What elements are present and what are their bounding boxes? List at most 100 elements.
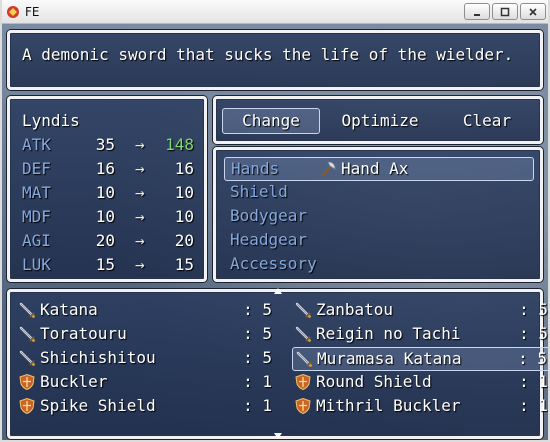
item-count: : 1 <box>519 372 548 391</box>
stat-row-atk: ATK 35 → 148 <box>22 135 194 159</box>
window-title: FE <box>25 4 40 19</box>
shield-icon <box>18 373 36 391</box>
close-button[interactable] <box>520 3 546 20</box>
status-window: Lyndis ATK 35 → 148 DEF 16 → 16 MAT 10 → 10 MDF 10 → 10… <box>7 96 207 282</box>
item-name: Mithril Buckler <box>316 396 461 415</box>
maximize-button[interactable] <box>492 3 518 20</box>
app-icon <box>5 4 21 20</box>
sword-icon <box>18 349 36 367</box>
stat-current-value: 10 <box>95 183 115 202</box>
stat-current-value: 10 <box>95 207 115 226</box>
stat-row-mat: MAT 10 → 10 <box>22 183 194 207</box>
game-screen: A demonic sword that sucks the life of t… <box>2 24 548 440</box>
shield-icon <box>18 397 36 415</box>
slot-label: Hands <box>231 159 280 178</box>
stat-new-value: 16 <box>174 159 194 178</box>
item-row[interactable]: Reigin no Tachi : 5 <box>292 323 548 347</box>
slot-label: Headgear <box>230 230 308 249</box>
item-name: Reigin no Tachi <box>316 324 461 343</box>
equip-slot-accessory[interactable]: Accessory <box>224 253 534 277</box>
sword-icon <box>294 301 312 319</box>
command-change[interactable]: Change <box>222 108 320 134</box>
equip-slot-bodygear[interactable]: Bodygear <box>224 205 534 229</box>
stat-current-value: 35 <box>95 135 115 154</box>
item-count: : 5 <box>243 348 272 367</box>
scroll-up-icon[interactable] <box>274 288 282 294</box>
item-name: Zanbatou <box>316 300 394 319</box>
arrow-right-icon: → <box>135 207 145 226</box>
stat-label: MAT <box>22 183 51 202</box>
stat-new-value: 20 <box>174 231 194 250</box>
item-count: : 1 <box>243 372 272 391</box>
command-window: Change Optimize Clear <box>213 96 543 144</box>
minimize-button[interactable] <box>464 3 490 20</box>
item-name: Shichishitou <box>40 348 156 367</box>
stat-row-luk: LUK 15 → 15 <box>22 255 194 279</box>
stat-new-value: 10 <box>174 207 194 226</box>
item-name: Round Shield <box>316 372 432 391</box>
axe-icon <box>319 160 337 178</box>
command-optimize[interactable]: Optimize <box>328 108 432 134</box>
minimize-icon <box>474 13 480 16</box>
item-count: : 5 <box>519 324 548 343</box>
item-count: : 5 <box>243 324 272 343</box>
stat-label: LUK <box>22 255 51 274</box>
equip-slot-headgear[interactable]: Headgear <box>224 229 534 253</box>
sword-icon <box>294 325 312 343</box>
item-count: : 5 <box>243 300 272 319</box>
shield-icon <box>294 373 312 391</box>
window-titlebar[interactable]: FE <box>0 0 550 24</box>
stat-new-value: 15 <box>174 255 194 274</box>
sword-icon <box>18 301 36 319</box>
stat-current-value: 15 <box>95 255 115 274</box>
item-window: Katana: 5 Zanbatou: 5 Toratouru: 5 Reigin n… <box>7 288 548 439</box>
item-row[interactable]: Mithril Buckler : 1 <box>292 395 548 419</box>
slot-label: Accessory <box>230 254 317 273</box>
sword-icon <box>18 325 36 343</box>
equip-slot-hands[interactable]: Hands Hand Ax <box>224 157 534 181</box>
item-count: : 5 <box>518 349 547 368</box>
slot-item-name: Hand Ax <box>341 159 409 178</box>
item-count: : 5 <box>519 300 548 319</box>
item-name: Toratouru <box>40 324 127 343</box>
slot-window: Hands Hand Ax Shield Bodygear Headgear Access… <box>213 147 543 282</box>
stat-label: AGI <box>22 231 51 250</box>
item-row[interactable]: Buckler: 1 <box>16 371 276 395</box>
stat-row-agi: AGI 20 → 20 <box>22 231 194 255</box>
item-row[interactable]: Zanbatou : 5 <box>292 299 548 323</box>
slot-label: Bodygear <box>230 206 308 225</box>
slot-label: Shield <box>230 182 288 201</box>
stat-row-mdf: MDF 10 → 10 <box>22 207 194 231</box>
item-row[interactable]: Katana : 5 <box>16 299 276 323</box>
stat-label: DEF <box>22 159 51 178</box>
stat-new-value: 10 <box>174 183 194 202</box>
item-name: Katana <box>40 300 98 319</box>
arrow-right-icon: → <box>135 159 145 178</box>
item-row[interactable]: Shichishitou : 5 <box>16 347 276 371</box>
item-row[interactable]: Round Shield : 1 <box>292 371 548 395</box>
arrow-right-icon: → <box>135 135 145 154</box>
scroll-down-icon[interactable] <box>274 433 282 439</box>
stat-label: MDF <box>22 207 51 226</box>
arrow-right-icon: → <box>135 255 145 274</box>
equip-slot-shield[interactable]: Shield <box>224 181 534 205</box>
actor-name: Lyndis <box>22 111 80 130</box>
stat-new-value: 148 <box>165 135 194 154</box>
item-count: : 1 <box>519 396 548 415</box>
item-name: Spike Shield <box>40 396 156 415</box>
arrow-right-icon: → <box>135 231 145 250</box>
sword-icon <box>295 350 313 368</box>
item-row[interactable]: Muramasa Katana : 5 <box>292 347 548 371</box>
help-window: A demonic sword that sucks the life of t… <box>7 30 543 90</box>
close-icon <box>529 7 537 16</box>
help-text: A demonic sword that sucks the life of t… <box>22 45 514 64</box>
item-row[interactable]: Toratouru : 5 <box>16 323 276 347</box>
stat-row-def: DEF 16 → 16 <box>22 159 194 183</box>
arrow-right-icon: → <box>135 183 145 202</box>
shield-icon <box>294 397 312 415</box>
item-count: : 1 <box>243 396 272 415</box>
item-name: Muramasa Katana <box>317 349 462 368</box>
item-row[interactable]: Spike Shield : 1 <box>16 395 276 419</box>
stat-current-value: 20 <box>95 231 115 250</box>
command-clear[interactable]: Clear <box>438 108 536 134</box>
